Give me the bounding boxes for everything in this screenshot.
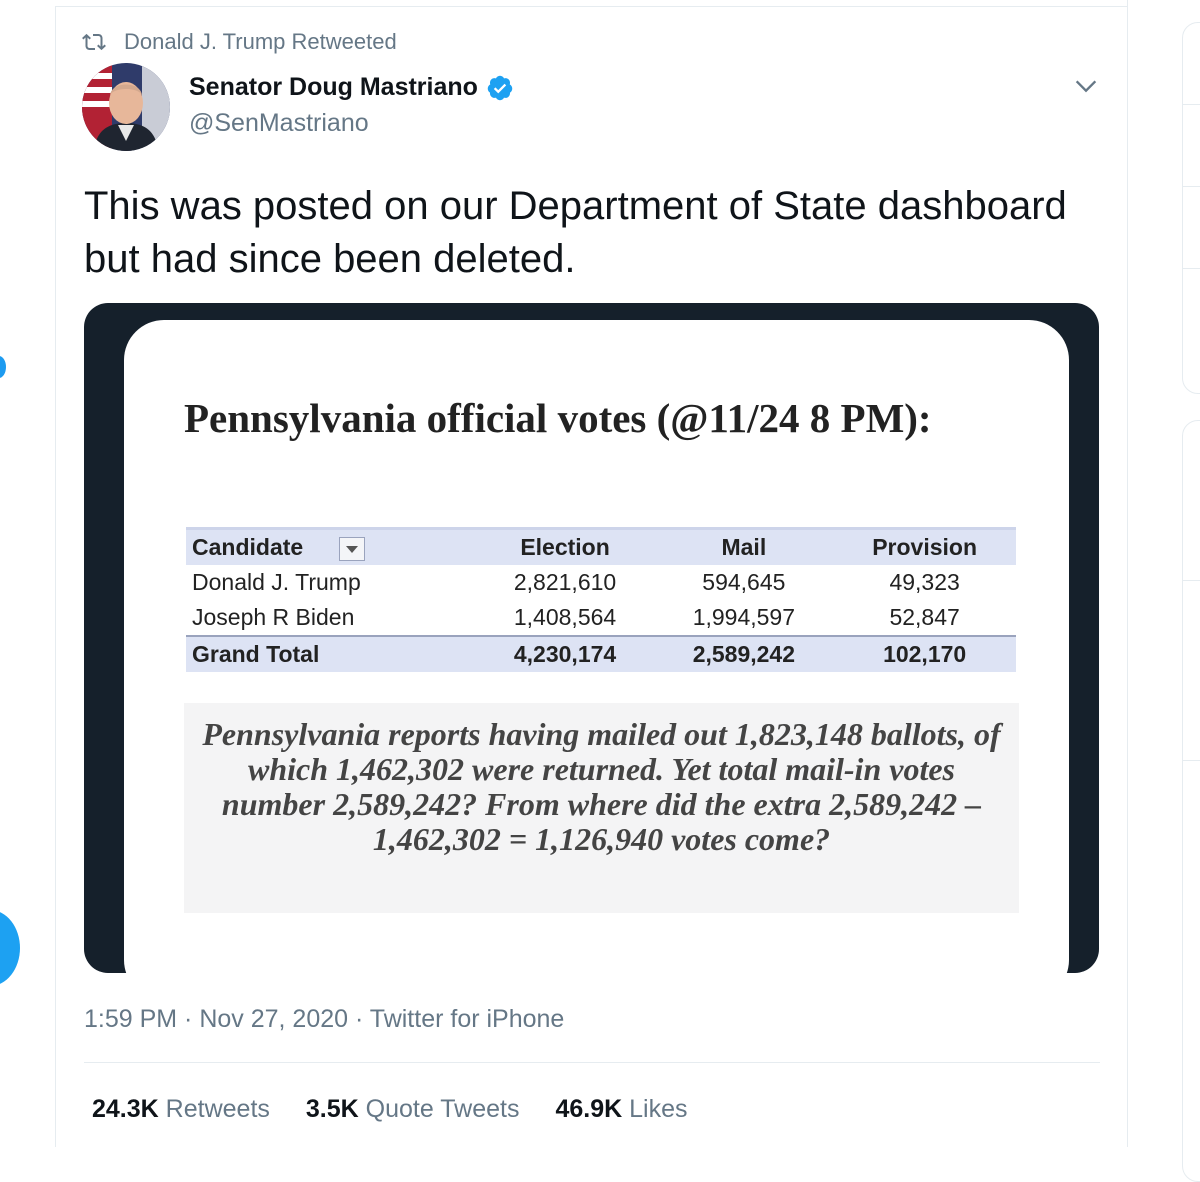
- table-cell: 1,994,597: [692, 604, 796, 630]
- vote-table: Candidate Election Mail Provision Donald…: [186, 527, 1016, 672]
- tweet-stats: 24.3K Retweets 3.5K Quote Tweets 46.9K L…: [92, 1095, 724, 1124]
- table-cell: 1,408,564: [513, 604, 617, 630]
- table-header: Candidate: [186, 529, 476, 566]
- table-header-row: Candidate Election Mail Provision: [186, 528, 1016, 566]
- meta-divider: [84, 1062, 1100, 1063]
- table-cell: 4,230,174: [513, 641, 617, 667]
- image-title: Pennsylvania official votes (@11/24 8 PM…: [184, 395, 932, 441]
- verified-badge-icon: [487, 75, 513, 100]
- table-cell: 2,589,242: [692, 641, 796, 667]
- table-row: Donald J. Trump 2,821,610 594,645 49,323: [186, 565, 1016, 600]
- avatar[interactable]: [82, 63, 170, 151]
- sidebar-divider: [1182, 186, 1200, 187]
- sidebar-card-2: [1182, 420, 1200, 1182]
- quote-tweets-stat[interactable]: 3.5K Quote Tweets: [306, 1095, 520, 1124]
- table-header: Provision: [872, 534, 978, 560]
- table-cell: Joseph R Biden: [192, 604, 355, 630]
- sidebar-divider: [1182, 760, 1200, 761]
- sidebar-divider: [1182, 580, 1200, 581]
- tweet-text: This was posted on our Department of Sta…: [84, 184, 1067, 281]
- nav-indicator-dot[interactable]: [0, 356, 6, 378]
- sidebar-divider: [1182, 104, 1200, 105]
- retweet-label[interactable]: Donald J. Trump Retweeted: [124, 29, 397, 55]
- table-total-row: Grand Total 4,230,174 2,589,242 102,170: [186, 636, 1016, 672]
- column-right-border: [1127, 0, 1128, 1147]
- table-header: Mail: [721, 534, 767, 560]
- sidebar-divider: [1182, 268, 1200, 269]
- compose-tweet-button[interactable]: [0, 910, 20, 986]
- image-caption: Pennsylvania reports having mailed out 1…: [202, 716, 1001, 857]
- author-handle[interactable]: @SenMastriano: [189, 109, 369, 138]
- retweet-icon: [82, 33, 106, 51]
- table-cell: 2,821,610: [513, 569, 617, 595]
- filter-dropdown-icon: [339, 536, 366, 561]
- top-divider: [55, 6, 1127, 7]
- chevron-down-icon[interactable]: [1072, 72, 1100, 100]
- tweet-timestamp-source[interactable]: 1:59 PM · Nov 27, 2020 · Twitter for iPh…: [84, 1005, 564, 1034]
- retweet-context: Donald J. Trump Retweeted: [82, 29, 397, 55]
- sidebar-card: [1182, 22, 1200, 394]
- tweet-media-image[interactable]: Pennsylvania official votes (@11/24 8 PM…: [84, 303, 1099, 973]
- table-row: Joseph R Biden 1,408,564 1,994,597 52,84…: [186, 600, 1016, 636]
- column-left-border: [55, 6, 56, 1147]
- table-cell: Donald J. Trump: [192, 569, 361, 595]
- table-cell: 102,170: [883, 641, 967, 667]
- table-header: Election: [520, 534, 610, 560]
- table-cell: Grand Total: [192, 641, 320, 667]
- author-display-name[interactable]: Senator Doug Mastriano: [189, 73, 514, 102]
- table-cell: 52,847: [889, 604, 960, 630]
- retweets-stat[interactable]: 24.3K Retweets: [92, 1095, 270, 1124]
- author-name-text[interactable]: Senator Doug Mastriano: [189, 73, 478, 102]
- likes-stat[interactable]: 46.9K Likes: [555, 1095, 687, 1124]
- table-cell: 49,323: [889, 569, 960, 595]
- table-cell: 594,645: [702, 569, 786, 595]
